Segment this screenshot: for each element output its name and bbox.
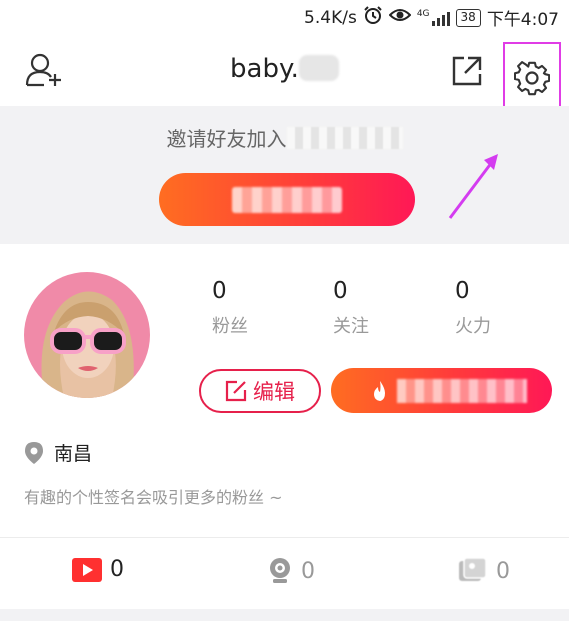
share-icon [452,56,482,86]
divider [0,537,569,538]
stat-value: 0 [333,278,348,304]
edit-label: 编辑 [253,380,295,404]
share-button[interactable] [450,54,484,88]
username-redacted [298,55,339,81]
edit-profile-button[interactable]: 编辑 [199,369,321,413]
bio[interactable]: 有趣的个性签名会吸引更多的粉丝 ~ [24,484,283,508]
settings-button[interactable] [503,42,561,114]
stat-following[interactable]: 0 关注 [333,278,413,338]
alarm-icon [363,5,383,30]
avatar-image [24,272,150,398]
tab-count: 0 [110,557,124,582]
video-icon [72,557,102,582]
network-type: 4G [416,8,430,19]
invite-button-redacted [232,186,342,213]
clock: 下午4:07 [486,10,559,30]
tab-photos[interactable]: 0 [458,557,510,585]
gear-icon [514,61,550,96]
status-bar: 5.4K/s 4G 38 下午4:07 [0,0,569,34]
stat-value: 0 [455,278,470,304]
bottom-band [0,609,569,621]
annotation-arrow [448,154,498,219]
top-nav: baby. [0,34,569,114]
invite-button[interactable] [159,173,415,226]
invite-redacted [286,127,403,149]
invite-text: 邀请好友加入 [166,127,287,151]
username: baby. [230,54,299,84]
tab-count: 0 [496,558,510,584]
location-pin-icon [25,441,43,464]
tab-videos[interactable]: 0 [72,557,124,582]
fire-button-redacted [397,378,527,403]
network-speed: 5.4K/s [304,7,357,28]
edit-icon [225,380,247,402]
stat-fans[interactable]: 0 粉丝 [212,278,292,338]
stat-label: 火力 [455,316,491,337]
fire-button[interactable] [331,368,552,413]
signal-icon: 4G [416,8,450,26]
photo-icon [459,557,487,581]
stat-firepower[interactable]: 0 火力 [455,278,535,338]
stat-value: 0 [212,278,227,304]
battery-indicator: 38 [455,8,481,27]
eye-icon [388,7,412,28]
flame-icon [374,380,385,401]
location-text: 南昌 [54,443,93,465]
location: 南昌 [24,439,92,466]
camera-icon [270,558,290,583]
tab-live[interactable]: 0 [267,557,315,585]
avatar[interactable] [24,272,150,398]
stat-label: 粉丝 [212,316,248,337]
stat-label: 关注 [333,316,369,337]
tab-count: 0 [301,558,315,584]
